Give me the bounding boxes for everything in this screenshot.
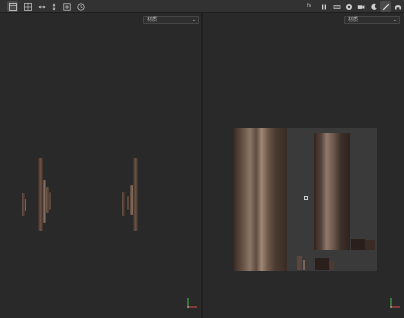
material-dropdown[interactable]: 材质 ⌄ bbox=[344, 16, 400, 24]
top-toolbar: fs bbox=[0, 0, 404, 13]
pause-icon[interactable] bbox=[318, 1, 329, 12]
camera-icon[interactable] bbox=[355, 1, 366, 12]
environment-icon[interactable] bbox=[343, 1, 354, 12]
wood-plank-side bbox=[49, 192, 51, 210]
viewport-single-icon[interactable] bbox=[7, 1, 18, 12]
uv-island bbox=[330, 261, 334, 270]
uv-island bbox=[303, 260, 305, 270]
light-icon[interactable] bbox=[331, 1, 342, 12]
add-icon[interactable] bbox=[61, 1, 72, 12]
material-dropdown-value: 材质 bbox=[147, 17, 158, 23]
uv-texture-panel[interactable] bbox=[234, 128, 377, 271]
3d-editor-app: fs 材质 ⌄ 材质 ⌄ bbox=[0, 0, 404, 318]
night-mode-icon[interactable] bbox=[368, 1, 379, 12]
wood-plank-side bbox=[127, 196, 129, 210]
move-vertical-icon[interactable] bbox=[48, 1, 59, 12]
wood-plank-side bbox=[25, 199, 26, 211]
material-dropdown-value: 材质 bbox=[348, 17, 359, 23]
uv-island bbox=[234, 128, 287, 271]
wood-plank-main bbox=[133, 158, 138, 231]
wood-plank-side bbox=[122, 192, 125, 216]
wood-plank-side bbox=[130, 185, 133, 215]
uv-island bbox=[365, 240, 375, 250]
fps-label: fs bbox=[306, 3, 312, 9]
grid-icon[interactable] bbox=[22, 1, 33, 12]
chevron-down-icon: ⌄ bbox=[191, 17, 196, 23]
brush-icon[interactable] bbox=[380, 1, 391, 12]
move-horizontal-icon[interactable] bbox=[36, 1, 47, 12]
uv-island bbox=[315, 258, 329, 270]
settings-icon[interactable] bbox=[392, 1, 403, 12]
viewport-uv[interactable]: 材质 ⌄ bbox=[203, 13, 404, 318]
uv-island bbox=[351, 239, 365, 250]
axis-gizmo-icon bbox=[187, 298, 197, 308]
viewport-3d[interactable]: 材质 ⌄ bbox=[0, 13, 201, 318]
uv-island bbox=[314, 133, 350, 250]
axis-gizmo-icon bbox=[390, 298, 400, 308]
material-dropdown[interactable]: 材质 ⌄ bbox=[143, 16, 199, 24]
uv-island bbox=[297, 256, 302, 270]
history-icon[interactable] bbox=[75, 1, 86, 12]
chevron-down-icon: ⌄ bbox=[392, 17, 397, 23]
uv-cursor bbox=[304, 196, 308, 200]
